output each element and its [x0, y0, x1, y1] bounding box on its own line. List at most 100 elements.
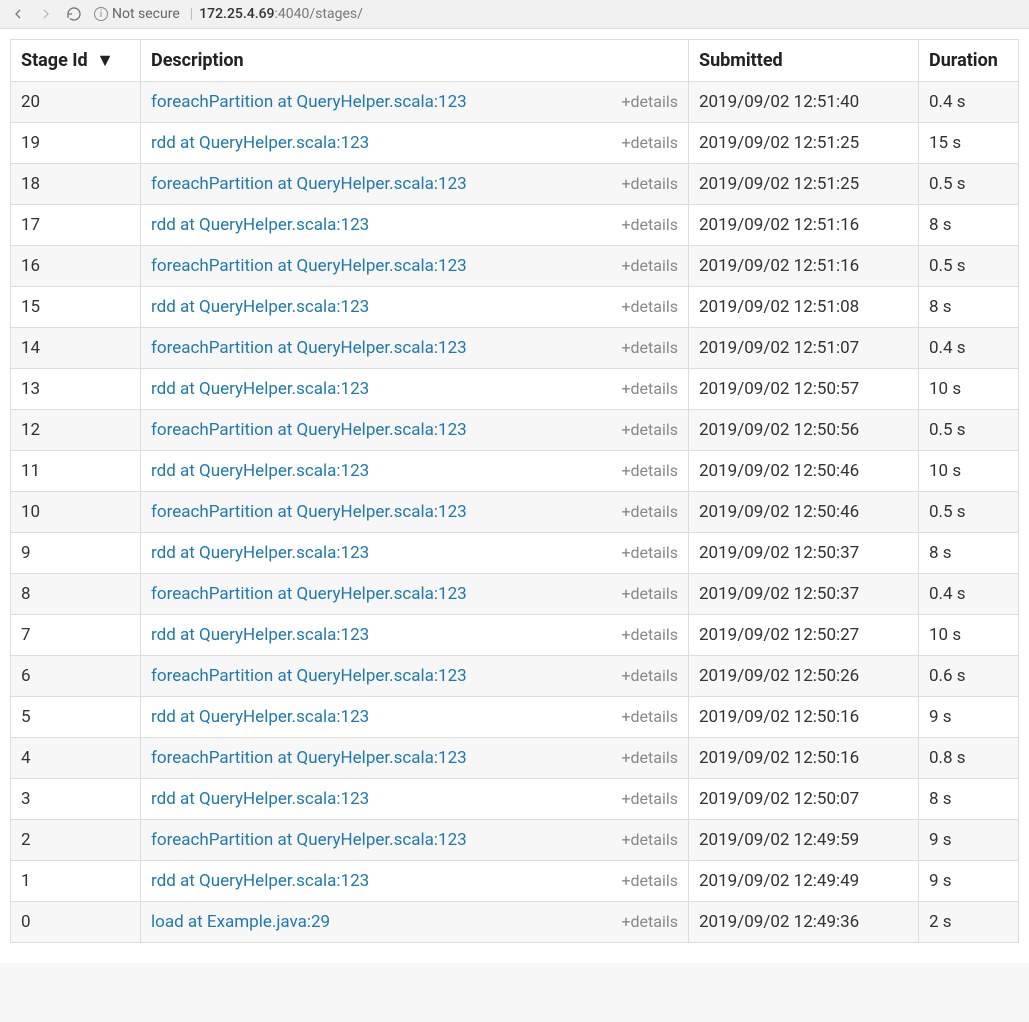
stage-description-link[interactable]: rdd at QueryHelper.scala:123 — [151, 297, 369, 317]
table-row: 20 foreachPartition at QueryHelper.scala:… — [11, 82, 1019, 123]
stage-description-link[interactable]: rdd at QueryHelper.scala:123 — [151, 215, 369, 235]
duration-cell: 8 s — [919, 205, 1019, 246]
forward-icon[interactable] — [38, 6, 54, 22]
duration-cell: 9 s — [919, 697, 1019, 738]
stage-description-link[interactable]: foreachPartition at QueryHelper.scala:12… — [151, 338, 467, 358]
header-description[interactable]: Description — [141, 40, 689, 82]
header-stage-id[interactable]: Stage Id ▼ — [11, 40, 141, 82]
submitted-cell: 2019/09/02 12:50:16 — [689, 738, 919, 779]
details-link[interactable]: +details — [621, 379, 678, 398]
description-cell: foreachPartition at QueryHelper.scala:12… — [141, 164, 689, 205]
table-row: 5rdd at QueryHelper.scala:123+details201… — [11, 697, 1019, 738]
table-row: 13rdd at QueryHelper.scala:123+details20… — [11, 369, 1019, 410]
details-link[interactable]: +details — [621, 256, 678, 275]
description-cell: foreachPartition at QueryHelper.scala:12… — [141, 82, 689, 123]
details-link[interactable]: +details — [621, 461, 678, 480]
details-link[interactable]: +details — [621, 174, 678, 193]
details-link[interactable]: +details — [621, 707, 678, 726]
details-link[interactable]: +details — [621, 666, 678, 685]
description-cell: rdd at QueryHelper.scala:123 +details — [141, 861, 689, 902]
table-row: 7rdd at QueryHelper.scala:123+details201… — [11, 615, 1019, 656]
stage-id-cell: 17 — [11, 205, 141, 246]
details-link[interactable]: +details — [621, 215, 678, 234]
duration-cell: 15 s — [919, 123, 1019, 164]
stage-description-link[interactable]: foreachPartition at QueryHelper.scala:12… — [151, 666, 467, 686]
stage-description-link[interactable]: foreachPartition at QueryHelper.scala:12… — [151, 92, 467, 112]
submitted-cell: 2019/09/02 12:50:56 — [689, 410, 919, 451]
stage-id-cell: 10 — [11, 492, 141, 533]
details-link[interactable]: +details — [621, 912, 678, 931]
stage-description-link[interactable]: rdd at QueryHelper.scala:123 — [151, 379, 369, 399]
page-content: Stage Id ▼ Description Submitted Duratio… — [0, 29, 1029, 963]
stage-id-cell: 2 — [11, 820, 141, 861]
stage-description-link[interactable]: foreachPartition at QueryHelper.scala:12… — [151, 584, 467, 604]
table-row: 8foreachPartition at QueryHelper.scala:1… — [11, 574, 1019, 615]
url-path: /stages/ — [309, 6, 362, 22]
details-link[interactable]: +details — [621, 543, 678, 562]
submitted-cell: 2019/09/02 12:49:36 — [689, 902, 919, 943]
table-row: 12foreachPartition at QueryHelper.scala:… — [11, 410, 1019, 451]
table-header-row: Stage Id ▼ Description Submitted Duratio… — [11, 40, 1019, 82]
stage-description-link[interactable]: foreachPartition at QueryHelper.scala:12… — [151, 830, 467, 850]
info-icon: i — [94, 7, 108, 21]
stages-table: Stage Id ▼ Description Submitted Duratio… — [10, 39, 1019, 943]
back-icon[interactable] — [10, 6, 26, 22]
details-link[interactable]: +details — [621, 625, 678, 644]
stage-id-cell: 18 — [11, 164, 141, 205]
table-row: 17 rdd at QueryHelper.scala:123 +details 20… — [11, 205, 1019, 246]
submitted-cell: 2019/09/02 12:49:49 — [689, 861, 919, 902]
table-row: 0load at Example.java:29+details2019/09/… — [11, 902, 1019, 943]
details-link[interactable]: +details — [621, 748, 678, 767]
submitted-cell: 2019/09/02 12:50:26 — [689, 656, 919, 697]
stage-id-cell: 4 — [11, 738, 141, 779]
stage-description-link[interactable]: rdd at QueryHelper.scala:123 — [151, 789, 369, 809]
stage-description-link[interactable]: rdd at QueryHelper.scala:123 — [151, 871, 369, 891]
details-link[interactable]: +details — [621, 830, 678, 849]
details-link[interactable]: +details — [621, 133, 678, 152]
submitted-cell: 2019/09/02 12:51:16 — [689, 246, 919, 287]
stage-description-link[interactable]: rdd at QueryHelper.scala:123 — [151, 133, 369, 153]
duration-cell: 0.5 s — [919, 492, 1019, 533]
description-cell: rdd at QueryHelper.scala:123 +details — [141, 123, 689, 164]
details-link[interactable]: +details — [621, 92, 678, 111]
stage-description-link[interactable]: rdd at QueryHelper.scala:123 — [151, 461, 369, 481]
duration-cell: 0.8 s — [919, 738, 1019, 779]
description-cell: rdd at QueryHelper.scala:123 +details — [141, 697, 689, 738]
details-link[interactable]: +details — [621, 338, 678, 357]
details-link[interactable]: +details — [621, 420, 678, 439]
description-cell: foreachPartition at QueryHelper.scala:12… — [141, 820, 689, 861]
table-row: 11rdd at QueryHelper.scala:123+details20… — [11, 451, 1019, 492]
details-link[interactable]: +details — [621, 789, 678, 808]
stage-description-link[interactable]: foreachPartition at QueryHelper.scala:12… — [151, 502, 467, 522]
header-duration[interactable]: Duration — [919, 40, 1019, 82]
details-link[interactable]: +details — [621, 297, 678, 316]
description-cell: foreachPartition at QueryHelper.scala:12… — [141, 492, 689, 533]
duration-cell: 0.6 s — [919, 656, 1019, 697]
stage-description-link[interactable]: foreachPartition at QueryHelper.scala:12… — [151, 420, 467, 440]
url-host: 172.25.4.69 — [199, 6, 274, 22]
submitted-cell: 2019/09/02 12:50:27 — [689, 615, 919, 656]
details-link[interactable]: +details — [621, 871, 678, 890]
stage-description-link[interactable]: rdd at QueryHelper.scala:123 — [151, 707, 369, 727]
stage-description-link[interactable]: foreachPartition at QueryHelper.scala:12… — [151, 174, 467, 194]
url-bar[interactable]: i Not secure | 172.25.4.69:4040/stages/ — [94, 6, 363, 22]
header-submitted[interactable]: Submitted — [689, 40, 919, 82]
stage-description-link[interactable]: rdd at QueryHelper.scala:123 — [151, 543, 369, 563]
duration-cell: 0.5 s — [919, 410, 1019, 451]
description-cell: foreachPartition at QueryHelper.scala:12… — [141, 246, 689, 287]
duration-cell: 2 s — [919, 902, 1019, 943]
description-cell: foreachPartition at QueryHelper.scala:12… — [141, 328, 689, 369]
stage-description-link[interactable]: foreachPartition at QueryHelper.scala:12… — [151, 256, 467, 276]
stage-description-link[interactable]: rdd at QueryHelper.scala:123 — [151, 625, 369, 645]
description-cell: foreachPartition at QueryHelper.scala:12… — [141, 574, 689, 615]
refresh-icon[interactable] — [66, 6, 82, 22]
stage-id-cell: 20 — [11, 82, 141, 123]
duration-cell: 10 s — [919, 369, 1019, 410]
table-row: 10 foreachPartition at QueryHelper.scala:… — [11, 492, 1019, 533]
submitted-cell: 2019/09/02 12:51:16 — [689, 205, 919, 246]
stage-id-cell: 6 — [11, 656, 141, 697]
stage-description-link[interactable]: load at Example.java:29 — [151, 912, 330, 932]
details-link[interactable]: +details — [621, 502, 678, 521]
stage-description-link[interactable]: foreachPartition at QueryHelper.scala:12… — [151, 748, 467, 768]
details-link[interactable]: +details — [621, 584, 678, 603]
